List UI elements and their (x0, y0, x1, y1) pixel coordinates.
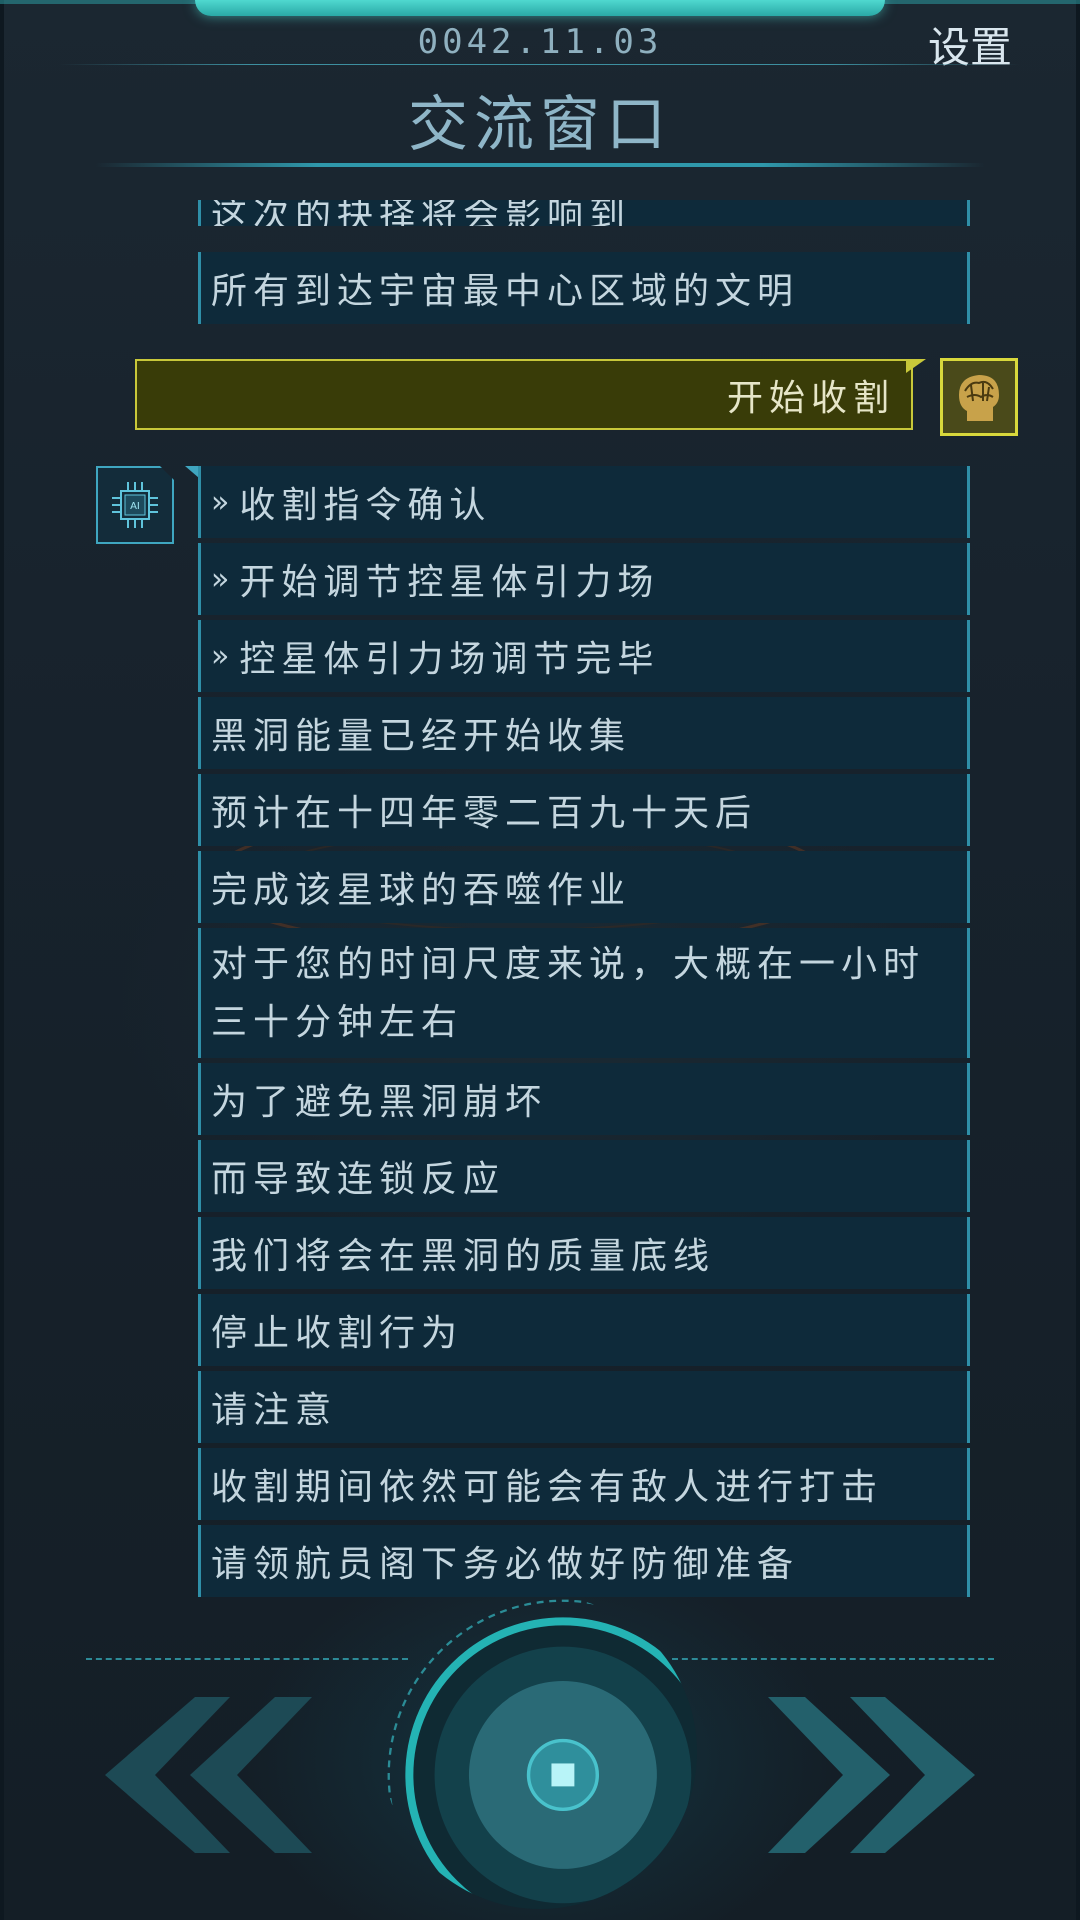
ai-message: 收割期间依然可能会有敌人进行打击 (198, 1448, 970, 1520)
user-bubble-tail (906, 359, 926, 373)
ai-message: » 开始调节控星体引力场 (198, 543, 970, 615)
ai-bubble-tail (185, 466, 199, 478)
ai-message: 我们将会在黑洞的质量底线 (198, 1217, 970, 1289)
ai-message: 这次的抉择将会影响到 (198, 200, 970, 226)
message-text: 对于您的时间尺度来说，大概在一小时三十分钟左右 (211, 944, 926, 1043)
user-message: 开始收割 (135, 359, 913, 430)
message-text: 请注意 (211, 1390, 338, 1431)
ai-message: 停止收割行为 (198, 1294, 970, 1366)
ai-message: 黑洞能量已经开始收集 (198, 697, 970, 769)
message-text: 为了避免黑洞崩坏 (211, 1082, 548, 1123)
game-date: 0042.11.03 (417, 22, 663, 62)
stop-square-icon (551, 1763, 575, 1787)
message-text: 我们将会在黑洞的质量底线 (211, 1236, 716, 1277)
next-button[interactable] (760, 1695, 980, 1855)
message-text: 请领航员阁下务必做好防御准备 (211, 1544, 800, 1585)
ai-message: 请注意 (198, 1371, 970, 1443)
message-text: 收割期间依然可能会有敌人进行打击 (211, 1467, 884, 1508)
message-text: 停止收割行为 (211, 1313, 464, 1354)
top-accent-bar (195, 0, 885, 16)
center-action-button[interactable] (383, 1595, 697, 1909)
message-text: 控星体引力场调节完毕 (239, 639, 660, 680)
chat-log[interactable]: 这次的抉择将会影响到 所有到达宇宙最中心区域的文明 开始收割 AI » 收割指令确… (0, 200, 1080, 1600)
message-prefix: » (211, 484, 230, 520)
brain-head-icon (959, 375, 999, 421)
settings-button[interactable]: 设置 (928, 14, 1012, 75)
ai-avatar: AI (96, 466, 174, 544)
dashed-divider-left (86, 1658, 408, 1660)
ai-message: 请领航员阁下务必做好防御准备 (198, 1525, 970, 1597)
ai-message: » 控星体引力场调节完毕 (198, 620, 970, 692)
message-text: 开始收割 (726, 377, 895, 419)
chevron-left-back (190, 1697, 312, 1853)
message-text: 预计在十四年零二百九十天后 (211, 793, 758, 834)
message-text: 开始调节控星体引力场 (239, 562, 660, 603)
ai-message: 所有到达宇宙最中心区域的文明 (198, 252, 970, 324)
message-text: 而导致连锁反应 (211, 1159, 506, 1200)
message-text: 这次的抉择将会影响到 (211, 200, 632, 226)
title-underline (95, 163, 985, 167)
page-title: 交流窗口 (408, 90, 672, 160)
message-prefix: » (211, 638, 230, 674)
ai-message: 而导致连锁反应 (198, 1140, 970, 1212)
ai-message: » 收割指令确认 (198, 466, 970, 538)
ai-message: 对于您的时间尺度来说，大概在一小时三十分钟左右 (198, 928, 970, 1058)
double-chevron-right-icon (768, 1697, 890, 1853)
message-prefix: » (211, 561, 230, 597)
previous-button[interactable] (100, 1695, 320, 1855)
chip-label: AI (130, 501, 140, 512)
ai-message: 完成该星球的吞噬作业 (198, 851, 970, 923)
message-text: 所有到达宇宙最中心区域的文明 (211, 271, 800, 312)
user-avatar (940, 358, 1018, 436)
message-text: 收割指令确认 (239, 485, 492, 526)
ai-message: 预计在十四年零二百九十天后 (198, 774, 970, 846)
header-divider (60, 64, 1020, 65)
ai-message: 为了避免黑洞崩坏 (198, 1063, 970, 1135)
message-text: 黑洞能量已经开始收集 (211, 716, 632, 757)
dashed-divider-right (672, 1658, 994, 1660)
message-text: 完成该星球的吞噬作业 (211, 870, 632, 911)
ai-chip-icon: AI (112, 482, 158, 528)
